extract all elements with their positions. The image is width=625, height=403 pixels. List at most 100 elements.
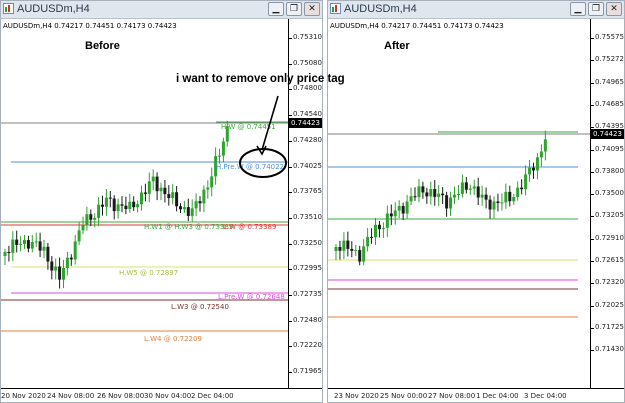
candle-body — [374, 224, 377, 238]
candle-body — [163, 187, 167, 195]
candle-body — [15, 239, 19, 245]
candle-body — [54, 266, 58, 271]
candle-body — [93, 217, 97, 220]
candle-body — [116, 204, 120, 212]
current-price-tag: 0.74423 — [591, 129, 624, 139]
candle-body — [413, 196, 417, 198]
candle-body — [175, 192, 179, 207]
close-button[interactable]: ✕ — [606, 2, 622, 16]
candle-body — [401, 206, 405, 214]
price-tick-label: 0.73800 — [591, 166, 624, 175]
candle-body — [377, 224, 381, 230]
candle-body — [543, 139, 547, 152]
candle-body — [97, 204, 101, 218]
candle-body — [441, 193, 445, 196]
candle-body — [85, 214, 89, 226]
close-button[interactable]: ✕ — [304, 2, 320, 16]
price-tick-label: 0.73510 — [289, 212, 322, 221]
chart-app-icon — [3, 3, 14, 14]
current-price-tag: 0.74423 — [289, 118, 322, 128]
time-tick-label: 20 Nov 2020 — [1, 392, 46, 400]
price-tick-label: 0.74685 — [591, 99, 624, 108]
minimize-button[interactable]: ▁ — [268, 2, 284, 16]
candle-body — [445, 195, 449, 209]
price-tick-label: 0.72995 — [289, 264, 322, 273]
candle-body — [3, 252, 7, 256]
level-label-l-w3: L.W3 @ 0.72540 — [171, 303, 229, 311]
candle-body — [69, 257, 73, 260]
symbol-info: AUDUSDm,H4 0.74217 0.74451 0.74173 0.744… — [330, 22, 504, 30]
candle-body — [171, 192, 175, 199]
time-tick-label: 24 Nov 08:00 — [47, 392, 95, 400]
restore-button[interactable]: ❐ — [588, 2, 604, 16]
candle-body — [140, 192, 143, 205]
chart-window-before[interactable]: AUDUSDm,H4 ▁ ❐ ✕ 0.75310 0.75080 0.74800 0.… — [0, 0, 323, 403]
time-tick-label: 2 Dec 04:00 — [191, 392, 234, 400]
time-axis[interactable]: 23 Nov 2020 25 Nov 00:00 27 Nov 08:00 1 Dec… — [328, 388, 624, 402]
price-chart[interactable] — [328, 19, 590, 388]
time-tick-label: 27 Nov 08:00 — [428, 392, 476, 400]
price-tick-label: 0.72615 — [591, 256, 624, 264]
window-titlebar[interactable]: AUDUSDm,H4 ▁ ❐ ✕ — [328, 1, 624, 19]
candle-body — [42, 246, 46, 251]
time-tick-label: 26 Nov 08:00 — [97, 392, 145, 400]
candle-body — [202, 189, 206, 204]
minimize-button[interactable]: ▁ — [570, 2, 586, 16]
candle-body — [136, 204, 140, 208]
level-label-h-w5: H.W5 @ 0.72897 — [119, 269, 179, 277]
candle-body — [50, 261, 54, 271]
price-tick-label: 0.73250 — [289, 238, 322, 247]
price-tick-label: 0.72735 — [289, 290, 322, 298]
window-titlebar[interactable]: AUDUSDm,H4 ▁ ❐ ✕ — [1, 1, 322, 19]
price-tick-label: 0.75272 — [591, 55, 624, 64]
price-tick-label: 0.74280 — [289, 135, 322, 144]
candle-body — [108, 197, 112, 199]
candle-body — [7, 252, 11, 253]
candle-body — [480, 194, 484, 198]
candle-body — [516, 187, 520, 198]
candle-body — [81, 225, 85, 231]
symbol-info: AUDUSDm,H4 0.74217 0.74451 0.74173 0.744… — [3, 22, 177, 30]
price-axis[interactable]: 0.75575 0.75272 0.74965 0.74685 0.74395 0.740… — [590, 19, 624, 389]
restore-button[interactable]: ❐ — [286, 2, 302, 16]
level-label-l-w4: L.W4 @ 0.72209 — [144, 335, 202, 343]
candle-body — [524, 174, 528, 190]
candle-body — [346, 240, 350, 249]
candle-body — [73, 241, 77, 260]
candle-body — [425, 192, 429, 197]
candle-body — [338, 247, 342, 251]
candle-body — [34, 241, 38, 243]
candle-body — [385, 213, 389, 228]
after-heading: After — [384, 40, 410, 52]
candle-body — [453, 194, 456, 198]
candle-body — [350, 248, 354, 251]
candle-body — [186, 207, 190, 216]
candle-body — [409, 196, 413, 202]
time-axis[interactable]: 20 Nov 2020 24 Nov 08:00 26 Nov 08:00 30 No… — [1, 388, 322, 402]
candle-body — [147, 181, 151, 194]
candle-body — [221, 141, 225, 156]
time-tick-label: 23 Nov 2020 — [334, 392, 379, 400]
candle-body — [23, 240, 26, 244]
candle-body — [492, 201, 496, 210]
candle-body — [194, 201, 198, 209]
time-tick-label: 1 Dec 04:00 — [476, 392, 519, 400]
candle-body — [496, 201, 500, 204]
candle-body — [65, 257, 69, 269]
chart-window-after[interactable]: AUDUSDm,H4 ▁ ❐ ✕ 0.75575 0.75272 0.74965 0.… — [327, 0, 625, 403]
price-tick-label: 0.71965 — [289, 367, 322, 376]
candle-body — [449, 197, 453, 209]
level-label-l-w: L.W @ 0.73389 — [223, 223, 277, 231]
annotation-text: i want to remove only price tag — [176, 73, 345, 85]
candle-body — [476, 186, 480, 198]
level-label-h-w1-w3: H.W1 @ H.W3 @ 0.73389 — [144, 223, 234, 231]
candle-body — [101, 204, 104, 207]
candle-body — [132, 201, 136, 208]
candle-body — [124, 205, 128, 210]
candle-body — [389, 213, 393, 217]
price-tick-label: 0.73500 — [591, 189, 624, 198]
candle-body — [539, 151, 543, 158]
chart-app-icon — [330, 3, 341, 14]
candle-body — [500, 202, 504, 204]
price-tick-label: 0.73205 — [591, 211, 624, 220]
